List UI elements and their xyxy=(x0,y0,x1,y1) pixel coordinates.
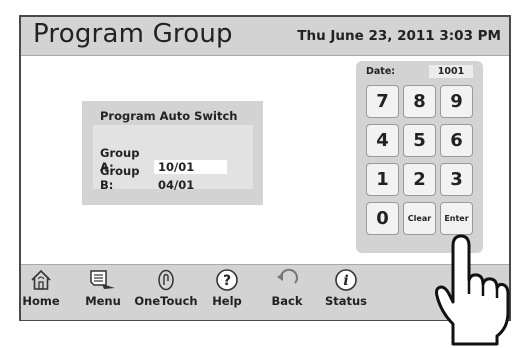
panel-title: Program Auto Switch xyxy=(100,109,238,123)
clear-button[interactable]: Clear xyxy=(403,202,436,235)
key-7[interactable]: 7 xyxy=(366,85,399,118)
date-time-display: Thu June 23, 2011 3:03 PM xyxy=(297,28,501,44)
group-b-label: Group B: xyxy=(100,164,140,192)
nav-label-onetouch: OneTouch xyxy=(134,294,198,308)
key-0[interactable]: 0 xyxy=(366,202,399,235)
key-3[interactable]: 3 xyxy=(440,163,473,196)
pointing-hand-icon xyxy=(435,234,510,346)
key-4[interactable]: 4 xyxy=(366,124,399,157)
enter-button[interactable]: Enter xyxy=(440,202,473,235)
nav-label-status: Status xyxy=(324,294,368,308)
group-b-value[interactable]: 04/01 xyxy=(154,178,198,192)
date-entry-field[interactable]: 1001 xyxy=(429,65,473,78)
numeric-keypad: Date: 1001 7 8 9 4 5 6 1 2 3 0 Clear Ent… xyxy=(356,61,483,253)
group-b-row[interactable]: Group B: 04/01 xyxy=(100,164,198,192)
date-entry-label: Date: xyxy=(366,66,396,77)
nav-label-back: Back xyxy=(271,294,303,308)
key-9[interactable]: 9 xyxy=(440,85,473,118)
nav-help[interactable]: ? Help xyxy=(207,268,247,308)
nav-label-menu: Menu xyxy=(85,294,121,308)
key-8[interactable]: 8 xyxy=(403,85,436,118)
nav-label-home: Home xyxy=(22,294,60,308)
nav-menu[interactable]: Menu xyxy=(79,268,127,308)
key-1[interactable]: 1 xyxy=(366,163,399,196)
home-icon xyxy=(31,269,51,290)
group-list: Group A: 10/01 Group B: 04/01 xyxy=(93,125,253,192)
svg-text:i: i xyxy=(343,273,348,289)
help-icon: ? xyxy=(216,269,238,291)
program-auto-switch-panel: Program Auto Switch Group A: 10/01 Group … xyxy=(82,101,263,205)
title-bar: Program Group Thu June 23, 2011 3:03 PM xyxy=(21,17,509,56)
nav-back[interactable]: Back xyxy=(267,268,307,308)
key-5[interactable]: 5 xyxy=(403,124,436,157)
nav-status[interactable]: i Status xyxy=(323,268,369,308)
key-2[interactable]: 2 xyxy=(403,163,436,196)
nav-label-help: Help xyxy=(212,294,242,308)
nav-onetouch[interactable]: OneTouch xyxy=(131,268,201,308)
svg-text:?: ? xyxy=(223,273,231,289)
status-icon: i xyxy=(335,269,357,291)
back-icon xyxy=(277,268,298,284)
onetouch-icon xyxy=(158,269,174,291)
key-6[interactable]: 6 xyxy=(440,124,473,157)
menu-icon xyxy=(90,270,115,289)
nav-home[interactable]: Home xyxy=(21,268,61,308)
page-title: Program Group xyxy=(33,19,233,49)
